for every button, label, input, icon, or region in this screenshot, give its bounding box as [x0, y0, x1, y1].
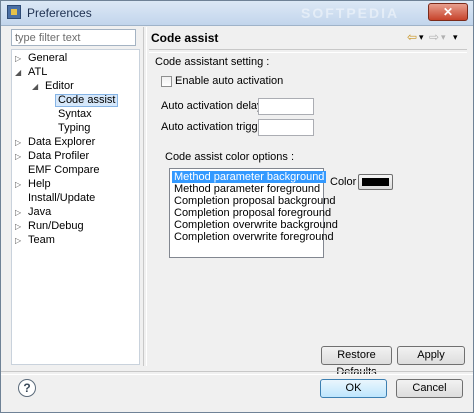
- cancel-button[interactable]: Cancel: [396, 379, 463, 398]
- expand-icon[interactable]: ▷: [15, 234, 24, 247]
- delay-input[interactable]: [258, 98, 314, 115]
- back-icon[interactable]: ⇦: [407, 30, 417, 44]
- color-label: Color: [330, 176, 357, 188]
- list-item[interactable]: Completion proposal foreground: [172, 207, 333, 219]
- preferences-window: Preferences SOFTPEDIA ✕ ▷ General ◢ ATL …: [0, 0, 474, 413]
- tree-item-label: Syntax: [58, 108, 92, 120]
- color-options-label: Code assist color options :: [165, 151, 295, 163]
- tree-item-label: Editor: [45, 80, 74, 92]
- collapse-icon[interactable]: ◢: [32, 80, 41, 93]
- expand-icon[interactable]: ▷: [15, 178, 24, 191]
- list-item[interactable]: Method parameter foreground: [172, 183, 322, 195]
- watermark: SOFTPEDIA: [301, 5, 400, 21]
- title-bar[interactable]: Preferences SOFTPEDIA ✕: [1, 1, 473, 26]
- auto-activation-label: Enable auto activation: [175, 75, 284, 87]
- app-icon: [7, 5, 21, 19]
- back-menu-icon[interactable]: ▾: [419, 30, 424, 44]
- list-item[interactable]: Method parameter background: [172, 171, 327, 183]
- list-item[interactable]: Completion overwrite background: [172, 219, 340, 231]
- help-icon[interactable]: ?: [18, 379, 36, 397]
- tree-item-label: Help: [28, 178, 51, 190]
- expand-icon[interactable]: ▷: [15, 206, 24, 219]
- tree-item-label: Run/Debug: [28, 220, 84, 232]
- close-icon[interactable]: ✕: [428, 3, 468, 21]
- list-item[interactable]: Completion proposal background: [172, 195, 337, 207]
- expand-icon[interactable]: ▷: [15, 220, 24, 233]
- expand-icon[interactable]: ▷: [15, 52, 24, 65]
- tree-item-label: EMF Compare: [28, 164, 100, 176]
- ok-button[interactable]: OK: [320, 379, 387, 398]
- preference-navigation: ▷ General ◢ ATL ◢ Editor Code assist Syn…: [9, 27, 140, 365]
- preference-page: Code assist ⇦ ▾ ⇨ ▾ ▾ Code assistant set…: [149, 27, 467, 378]
- tree-item-label: Code assist: [55, 94, 119, 107]
- tree-item-label: Data Explorer: [28, 136, 96, 148]
- expand-icon[interactable]: ▷: [15, 136, 24, 149]
- tree-item-label: Team: [28, 234, 55, 246]
- page-navigation: ⇦ ▾ ⇨ ▾ ▾: [407, 30, 463, 44]
- color-picker-button[interactable]: [358, 174, 393, 190]
- tree-item-label: General: [28, 52, 68, 64]
- forward-menu-icon[interactable]: ▾: [441, 30, 446, 44]
- apply-button[interactable]: Apply: [397, 346, 465, 365]
- delay-label: Auto activation delay: [161, 100, 263, 112]
- window-title: Preferences: [27, 6, 92, 20]
- title-separator: [149, 49, 467, 53]
- tree-item-label: Install/Update: [28, 192, 96, 204]
- restore-defaults-button[interactable]: Restore Defaults: [321, 346, 392, 378]
- footer-separator: [1, 371, 473, 375]
- color-swatch: [362, 178, 389, 186]
- pane-divider[interactable]: [143, 27, 147, 366]
- tree-item-label: ATL: [28, 66, 48, 78]
- page-title: Code assist: [151, 31, 219, 45]
- tree-item-label: Data Profiler: [28, 150, 90, 162]
- forward-icon[interactable]: ⇨: [429, 30, 439, 44]
- triggers-input[interactable]: [258, 119, 314, 136]
- expand-icon[interactable]: ▷: [15, 150, 24, 163]
- triggers-label: Auto activation triggers: [161, 121, 273, 133]
- list-item[interactable]: Completion overwrite foreground: [172, 231, 336, 243]
- tree-item-label: Java: [28, 206, 52, 218]
- settings-label: Code assistant setting :: [155, 56, 270, 68]
- view-menu-icon[interactable]: ▾: [453, 30, 458, 44]
- auto-activation-checkbox[interactable]: [161, 76, 172, 87]
- collapse-icon[interactable]: ◢: [15, 66, 24, 79]
- tree-item-label: Typing: [58, 122, 91, 134]
- preference-tree: ▷ General ◢ ATL ◢ Editor Code assist Syn…: [11, 49, 140, 365]
- color-options-list[interactable]: Method parameter background Method param…: [169, 168, 338, 258]
- filter-input[interactable]: [11, 29, 136, 46]
